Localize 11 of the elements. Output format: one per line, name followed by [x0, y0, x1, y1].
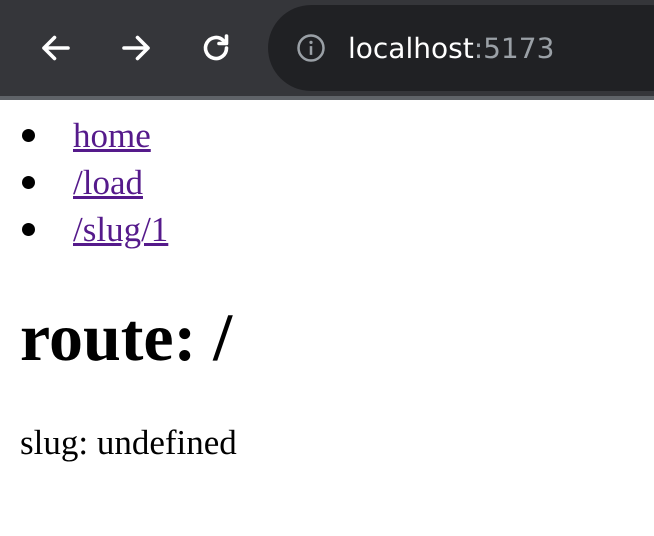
info-icon: [296, 33, 326, 63]
bullet-icon: [22, 176, 35, 189]
route-heading: route: /: [20, 298, 234, 377]
nav-link[interactable]: /slug/1: [73, 210, 168, 250]
nav-link[interactable]: /load: [73, 162, 143, 202]
address-bar[interactable]: localhost:5173: [268, 5, 654, 91]
slug-text: slug: undefined: [20, 422, 238, 463]
nav-link[interactable]: home: [73, 116, 151, 156]
bullet-icon: [22, 223, 35, 236]
bullet-icon: [22, 129, 35, 142]
url-text: localhost:5173: [348, 32, 554, 64]
